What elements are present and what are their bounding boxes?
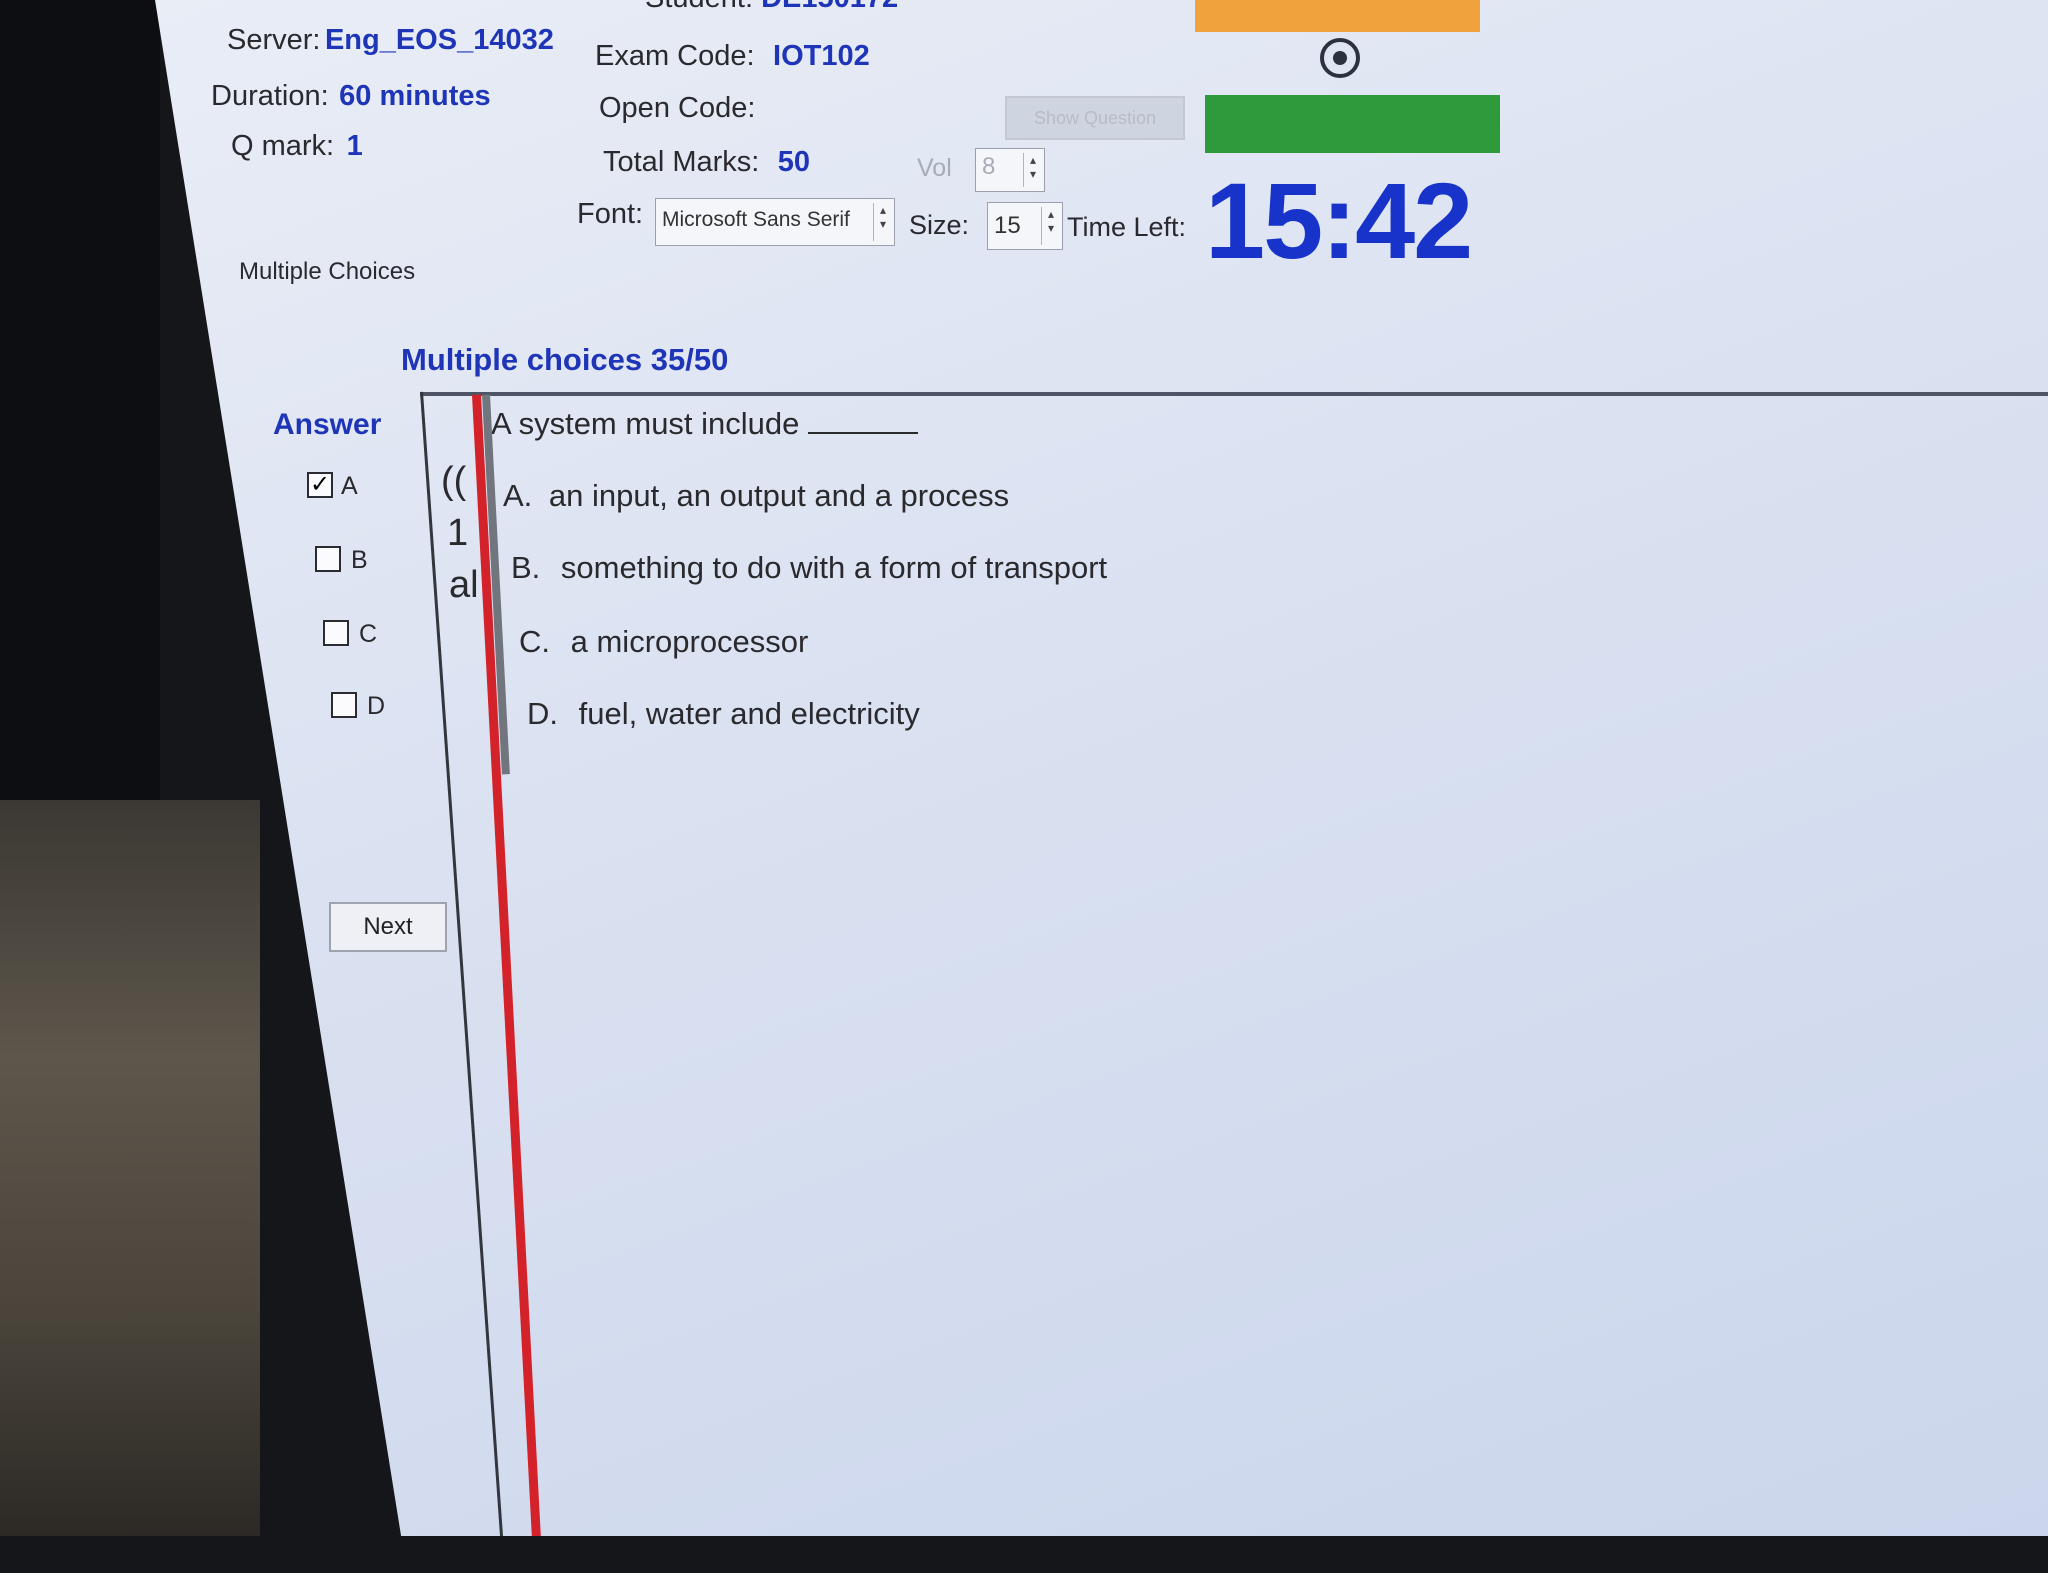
size-spinner[interactable]: 15 ▴ ▾	[987, 202, 1063, 250]
show-question-label: Show Question	[1033, 108, 1157, 128]
duration-row: Duration: 60 minutes	[211, 80, 491, 113]
choice-a-letter: A.	[503, 478, 533, 513]
checkmark-icon: ✓	[309, 471, 331, 498]
choice-d-text: fuel, water and electricity	[578, 696, 920, 731]
time-left-label: Time Left:	[1067, 212, 1187, 242]
open-code-row: Open Code:	[599, 92, 755, 125]
answer-label-a: A	[341, 472, 358, 500]
progress-title: Multiple choices 35/50	[401, 342, 729, 377]
choice-b-text: something to do with a form of transport	[560, 550, 1108, 585]
open-code-input[interactable]	[765, 88, 999, 130]
vol-spinner[interactable]: 8 ▴ ▾	[975, 148, 1045, 192]
answer-checkbox-b[interactable]	[315, 546, 341, 572]
exam-code-label: Exam Code:	[595, 40, 755, 72]
choice-d-letter: D.	[527, 696, 558, 731]
choice-d: D. fuel, water and electricity	[527, 696, 920, 732]
open-code-label: Open Code:	[599, 92, 756, 124]
side-fragment-3: al	[449, 564, 479, 606]
student-value: DE150172	[761, 0, 898, 14]
server-value: Eng_EOS_14032	[324, 24, 554, 56]
side-fragment-1: ((	[441, 460, 467, 502]
student-label: Student:	[645, 0, 753, 14]
section-label: Multiple Choices	[239, 258, 416, 285]
server-label: Server:	[227, 24, 321, 56]
choice-b: B. something to do with a form of transp…	[511, 550, 1107, 586]
size-label: Size:	[909, 210, 970, 240]
total-marks-label: Total Marks:	[603, 146, 760, 178]
spinner-arrows-icon[interactable]: ▴ ▾	[1041, 207, 1060, 245]
font-select[interactable]: Microsoft Sans Serif ▴ ▾	[655, 198, 895, 246]
answer-label-b: B	[351, 546, 368, 574]
server-row: Server: Eng_EOS_14032	[227, 24, 554, 57]
student-row: Student: DE150172	[645, 0, 898, 15]
choice-c-letter: C.	[519, 624, 550, 659]
total-marks-row: Total Marks: 50	[603, 146, 810, 179]
exam-client-window: Student: DE150172 Server: Eng_EOS_14032 …	[155, 0, 2048, 1536]
green-status-bar	[1205, 95, 1500, 153]
side-fragment-2: 1	[447, 512, 469, 554]
duration-value: 60 minutes	[339, 80, 491, 112]
answer-label-c: C	[359, 620, 378, 648]
choice-b-letter: B.	[511, 550, 541, 585]
answer-checkbox-d[interactable]	[331, 692, 357, 718]
choice-a: A. an input, an output and a process	[503, 478, 1009, 514]
record-icon	[1320, 38, 1360, 78]
question-blank	[808, 412, 919, 434]
show-question-button[interactable]: Show Question	[1005, 96, 1185, 140]
size-value: 15	[994, 212, 1021, 239]
exam-code-value: IOT102	[773, 40, 870, 72]
qmark-value: 1	[346, 130, 363, 162]
font-label: Font:	[577, 198, 644, 230]
qmark-label: Q mark:	[231, 130, 335, 162]
font-value: Microsoft Sans Serif	[662, 208, 850, 231]
font-row: Font:	[577, 198, 643, 231]
next-label: Next	[363, 913, 413, 940]
duration-label: Duration:	[211, 80, 329, 112]
question-text: A system must include	[491, 406, 919, 442]
choice-a-text: an input, an output and a process	[548, 478, 1010, 513]
desk-background	[0, 800, 260, 1536]
orange-status-bar	[1195, 0, 1480, 32]
vol-value: 8	[982, 153, 996, 180]
next-button[interactable]: Next	[329, 902, 447, 952]
answer-checkbox-a[interactable]: ✓	[307, 472, 333, 498]
time-left-value: 15:42	[1205, 160, 1473, 281]
total-marks-value: 50	[777, 146, 811, 178]
choice-c: C. a microprocessor	[519, 624, 808, 660]
answer-checkbox-c[interactable]	[323, 620, 349, 646]
exam-code-row: Exam Code: IOT102	[595, 40, 870, 73]
vol-label: Vol	[917, 154, 952, 182]
qmark-row: Q mark: 1	[231, 130, 363, 163]
choice-c-text: a microprocessor	[570, 624, 809, 659]
answer-label-d: D	[367, 692, 386, 720]
spinner-arrows-icon[interactable]: ▴ ▾	[873, 203, 892, 241]
answer-title: Answer	[273, 408, 382, 441]
spinner-arrows-icon[interactable]: ▴ ▾	[1023, 153, 1042, 187]
question-panel-top-border	[420, 392, 2048, 396]
